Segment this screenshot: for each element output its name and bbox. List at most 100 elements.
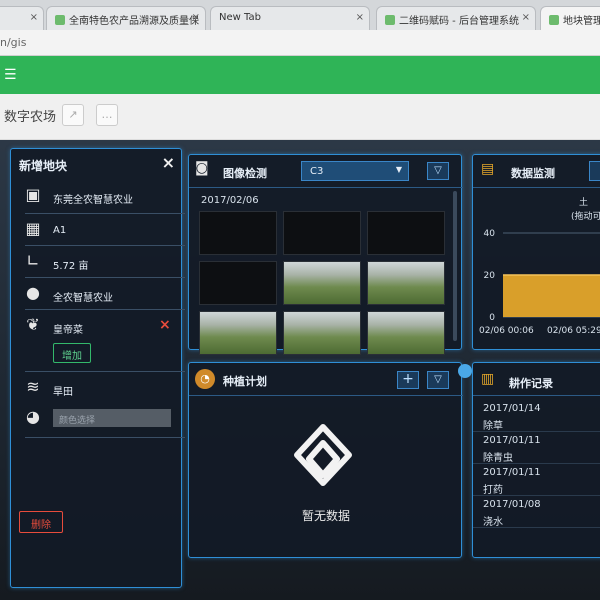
x-tick-label: 02/06 05:29: [547, 326, 600, 336]
record-date: 2017/01/14: [483, 403, 541, 414]
tab-label: New Tab: [219, 12, 261, 23]
divider: [25, 213, 185, 214]
add-plan-button[interactable]: +: [397, 371, 419, 389]
camera-thumbnail[interactable]: [367, 311, 445, 355]
company-icon: ▣: [25, 185, 41, 204]
site-icon: [549, 15, 559, 25]
camera-thumbnail[interactable]: [199, 211, 277, 255]
empty-state-text: 暂无数据: [301, 509, 350, 523]
calendar-icon: ▤: [481, 161, 495, 177]
chart-legend-title: 土: [579, 198, 589, 208]
divider: [473, 463, 600, 464]
y-tick-label: 40: [484, 229, 496, 239]
panel-title: 新增地块: [19, 159, 68, 173]
close-icon[interactable]: ×: [356, 12, 364, 23]
remove-crop-icon[interactable]: ×: [159, 317, 171, 333]
divider: [189, 395, 463, 396]
record-action: 除草: [483, 421, 503, 432]
camera-thumbnail[interactable]: [367, 211, 445, 255]
browser-tab-bar: × 全南特色农产品溯源及质量保 × New Tab × 二维码赋码 - 后台管理…: [0, 0, 600, 30]
options-button[interactable]: [589, 161, 600, 181]
tab-label: 二维码赋码 - 后台管理系统: [399, 16, 519, 27]
divider: [25, 371, 185, 372]
camera-thumbnail[interactable]: [199, 261, 277, 305]
camera-thumbnail[interactable]: [367, 261, 445, 305]
app-header: ☰: [0, 56, 600, 94]
empty-state-icon: [294, 424, 352, 486]
filter-icon[interactable]: ▽: [427, 371, 449, 389]
comment-icon[interactable]: …: [96, 104, 118, 126]
image-date: 2017/02/06: [201, 195, 259, 206]
color-picker-input[interactable]: 颜色选择: [53, 409, 171, 427]
leaf-icon: ❦: [26, 315, 40, 334]
divider: [473, 187, 600, 188]
divider: [25, 245, 185, 246]
camera-select-value: C3: [310, 166, 324, 177]
close-icon[interactable]: ×: [162, 153, 175, 172]
tab-label: 地块管理: [563, 16, 600, 27]
camera-thumbnail[interactable]: [283, 211, 361, 255]
scrollbar[interactable]: [453, 191, 457, 341]
add-crop-button[interactable]: 增加: [53, 343, 91, 363]
panel-title: 耕作记录: [509, 377, 553, 390]
divider: [473, 495, 600, 496]
panel-title: 种植计划: [223, 375, 267, 388]
data-monitor-panel: ▤ 数据监测 土 (拖动可 0 20 40 02/06 00:06 02/06 05:2…: [472, 154, 600, 350]
camera-thumbnail[interactable]: [199, 311, 277, 355]
site-icon: [385, 15, 395, 25]
menu-icon[interactable]: ☰: [4, 68, 17, 82]
address-bar[interactable]: n/gis: [0, 30, 600, 56]
record-date: 2017/01/08: [483, 499, 541, 510]
camera-thumbnail[interactable]: [283, 311, 361, 355]
company-name: 东莞全农智慧农业: [53, 195, 133, 206]
chevron-down-icon: ▼: [395, 165, 402, 174]
dashboard: 新增地块 × ▣ 东莞全农智慧农业 ▦ A1 ∟ 5.72 亩 ● 全农智慧农业…: [0, 140, 600, 600]
tab-traceability[interactable]: 全南特色农产品溯源及质量保 ×: [46, 6, 206, 30]
record-icon: ▥: [481, 371, 495, 387]
crop-name: 皇帝菜: [53, 325, 83, 336]
page-title: 数字农场: [4, 110, 57, 125]
tab-partial[interactable]: ×: [0, 6, 44, 30]
close-icon[interactable]: ×: [192, 12, 200, 23]
divider: [473, 431, 600, 432]
divider: [189, 187, 463, 188]
plot-area: 5.72 亩: [53, 261, 89, 272]
tab-qrcode-admin[interactable]: 二维码赋码 - 后台管理系统 ×: [376, 6, 536, 30]
gauge-icon: ◔: [195, 369, 215, 389]
close-icon[interactable]: ×: [522, 12, 530, 23]
screen: × 全南特色农产品溯源及质量保 × New Tab × 二维码赋码 - 后台管理…: [0, 0, 600, 600]
record-action: 除青虫: [483, 453, 513, 464]
tab-new-tab[interactable]: New Tab ×: [210, 6, 370, 30]
delete-button[interactable]: 删除: [19, 511, 63, 533]
tab-plot-management[interactable]: 地块管理: [540, 6, 600, 30]
divider: [473, 395, 600, 396]
x-tick-label: 02/06 00:06: [479, 326, 534, 336]
series-area: [503, 275, 600, 317]
toggle-dot[interactable]: [458, 364, 472, 378]
close-icon[interactable]: ×: [30, 12, 38, 23]
field-type: 旱田: [53, 387, 73, 398]
owner-name: 全农智慧农业: [53, 293, 113, 304]
divider: [473, 527, 600, 528]
share-icon[interactable]: ↗: [62, 104, 84, 126]
planting-plan-panel: ◔ 种植计划 + ▽ 暂无数据: [188, 362, 463, 558]
tab-label: 全南特色农产品溯源及质量保: [69, 16, 199, 27]
panel-title: 图像检测: [223, 167, 267, 180]
monitor-chart[interactable]: 0 20 40 02/06 00:06 02/06 05:29: [473, 221, 600, 349]
palette-icon: ◕: [26, 407, 40, 426]
new-plot-panel: 新增地块 × ▣ 东莞全农智慧农业 ▦ A1 ∟ 5.72 亩 ● 全农智慧农业…: [10, 148, 185, 588]
camera-thumbnail[interactable]: [283, 261, 361, 305]
record-action: 打药: [483, 485, 503, 496]
farming-records-panel: ▥ 耕作记录 2017/01/14 除草 2017/01/11 除青虫 2017/01/…: [472, 362, 600, 558]
camera-icon: ◙: [195, 160, 209, 176]
plot-code: A1: [53, 225, 67, 236]
camera-select[interactable]: C3 ▼: [301, 161, 409, 181]
url-text: n/gis: [0, 36, 27, 49]
filter-icon[interactable]: ▽: [427, 162, 449, 180]
grid-icon: ▦: [25, 219, 41, 238]
panel-title: 数据监测: [511, 167, 555, 180]
y-tick-label: 20: [484, 271, 496, 281]
field-icon: ≋: [26, 377, 40, 396]
record-date: 2017/01/11: [483, 467, 541, 478]
image-detection-panel: ◙ 图像检测 C3 ▼ ▽ 2017/02/06: [188, 154, 463, 355]
